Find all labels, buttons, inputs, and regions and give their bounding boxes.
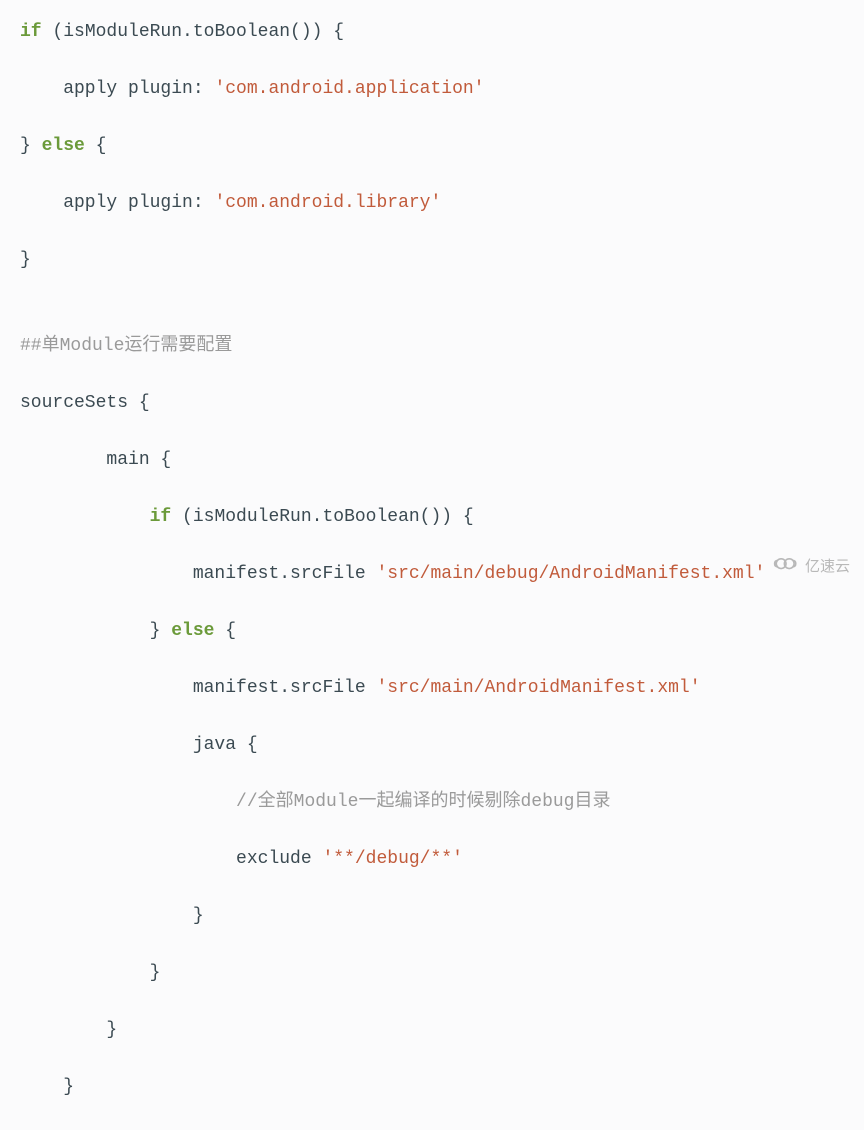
code-line: } else { xyxy=(20,132,864,161)
code-line: } xyxy=(20,1073,864,1102)
code-line: ##单Module运行需要配置 xyxy=(20,332,864,361)
code-line: } xyxy=(20,1016,864,1045)
code-line: exclude '**/debug/**' xyxy=(20,845,864,874)
code-line: manifest.srcFile 'src/main/AndroidManife… xyxy=(20,674,864,703)
code-line: main { xyxy=(20,446,864,475)
code-line: } xyxy=(20,246,864,275)
code-line: java { xyxy=(20,731,864,760)
code-line: if (isModuleRun.toBoolean()) { xyxy=(20,18,864,47)
code-line: //全部Module一起编译的时候剔除debug目录 xyxy=(20,788,864,817)
watermark: 亿速云 xyxy=(773,552,850,583)
code-line: apply plugin: 'com.android.application' xyxy=(20,75,864,104)
code-line: } xyxy=(20,902,864,931)
code-line: sourceSets { xyxy=(20,389,864,418)
watermark-text: 亿速云 xyxy=(805,553,850,582)
code-block: if (isModuleRun.toBoolean()) { apply plu… xyxy=(20,18,864,1130)
code-line: apply plugin: 'com.android.library' xyxy=(20,189,864,218)
code-line: } else { xyxy=(20,617,864,646)
code-line: if (isModuleRun.toBoolean()) { xyxy=(20,503,864,532)
code-line: } xyxy=(20,959,864,988)
cloud-logo-icon xyxy=(773,552,799,583)
code-line: manifest.srcFile 'src/main/debug/Android… xyxy=(20,560,864,589)
